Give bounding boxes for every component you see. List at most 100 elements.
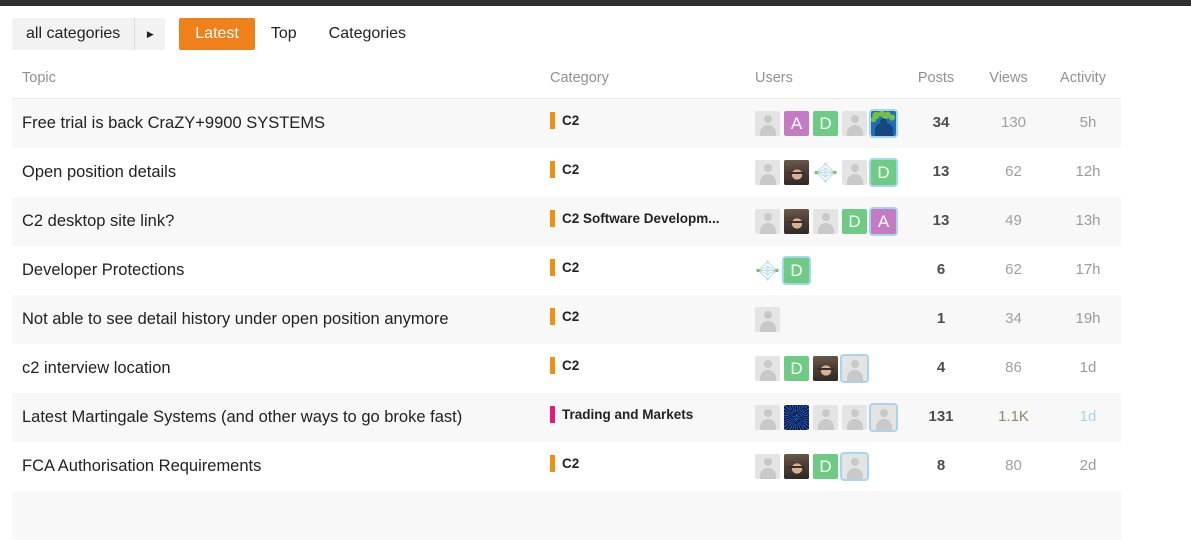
avatar-default[interactable] <box>842 110 867 136</box>
column-header-topic[interactable]: Topic <box>12 62 540 99</box>
avatar-neural-network[interactable] <box>755 257 780 283</box>
table-row[interactable]: Open position details C2 D 13 62 12h <box>12 147 1121 197</box>
column-header-posts[interactable]: Posts <box>900 62 972 99</box>
avatar-default[interactable] <box>842 453 867 479</box>
avatar-neural-network[interactable] <box>813 159 838 185</box>
category-color-bar <box>550 210 555 227</box>
avatar-default[interactable] <box>871 404 896 430</box>
topic-title-link[interactable]: FCA Authorisation Requirements <box>22 456 261 476</box>
topic-title-link[interactable]: Not able to see detail history under ope… <box>22 309 449 329</box>
tab-latest[interactable]: Latest <box>179 18 255 50</box>
cell-topic: Open position details <box>12 148 540 197</box>
avatar-photo[interactable] <box>784 208 809 234</box>
activity-timestamp[interactable]: 1d <box>1080 359 1097 376</box>
category-badge[interactable]: Trading and Markets <box>550 406 693 423</box>
avatar-letter-d[interactable]: D <box>813 110 838 136</box>
avatar-letter-d[interactable]: D <box>842 208 867 234</box>
activity-timestamp[interactable]: 12h <box>1075 163 1100 180</box>
category-color-bar <box>550 455 555 472</box>
topic-title-link[interactable]: Free trial is back CraZY+9900 SYSTEMS <box>22 113 325 133</box>
avatar-celebration[interactable] <box>871 110 896 136</box>
category-name: C2 <box>562 260 580 275</box>
column-header-activity[interactable]: Activity <box>1045 62 1121 99</box>
avatar-letter-d[interactable]: D <box>784 257 809 283</box>
table-row[interactable]: Developer Protections C2 D 6 62 17h <box>12 245 1121 295</box>
avatar-default[interactable] <box>813 208 838 234</box>
cell-activity: 17h <box>1045 246 1121 295</box>
table-row[interactable] <box>12 490 1121 540</box>
activity-timestamp[interactable]: 5h <box>1080 114 1097 131</box>
activity-timestamp[interactable]: 17h <box>1075 261 1100 278</box>
avatar-default[interactable] <box>755 306 780 332</box>
topic-title-link[interactable]: c2 interview location <box>22 358 171 378</box>
table-row[interactable]: Latest Martingale Systems (and other way… <box>12 392 1121 442</box>
column-header-category[interactable]: Category <box>540 62 745 99</box>
activity-timestamp[interactable]: 19h <box>1075 310 1100 327</box>
avatar-default[interactable] <box>755 110 780 136</box>
views-count: 62 <box>1005 261 1022 278</box>
category-color-bar <box>550 161 555 178</box>
category-name: C2 <box>562 358 580 373</box>
cell-users: D <box>745 246 900 295</box>
table-row[interactable]: Not able to see detail history under ope… <box>12 294 1121 344</box>
cell-views: 34 <box>972 295 1045 344</box>
avatar-letter-a[interactable]: A <box>784 110 809 136</box>
activity-timestamp[interactable]: 13h <box>1075 212 1100 229</box>
category-badge[interactable]: C2 <box>550 357 579 374</box>
category-badge[interactable]: C2 <box>550 259 579 276</box>
avatar-group: AD <box>755 110 900 136</box>
category-badge[interactable]: C2 Software Developm... <box>550 210 720 227</box>
avatar-letter-d[interactable]: D <box>813 453 838 479</box>
tab-categories[interactable]: Categories <box>313 18 422 50</box>
avatar-default[interactable] <box>813 404 838 430</box>
avatar-default[interactable] <box>755 159 780 185</box>
views-count: 80 <box>1005 457 1022 474</box>
table-row[interactable]: C2 desktop site link? C2 Software Develop… <box>12 196 1121 246</box>
cell-posts: 8 <box>900 442 972 491</box>
table-row[interactable]: FCA Authorisation Requirements C2 D 8 80 2d <box>12 441 1121 491</box>
avatar-letter-d[interactable]: D <box>784 355 809 381</box>
cell-topic: C2 desktop site link? <box>12 197 540 246</box>
views-count: 1.1K <box>998 408 1029 425</box>
category-color-bar <box>550 259 555 276</box>
cell-category: C2 <box>540 344 745 393</box>
topic-title-link[interactable]: Open position details <box>22 162 176 182</box>
avatar-photo[interactable] <box>813 355 838 381</box>
cell-views: 62 <box>972 148 1045 197</box>
cell-views: 80 <box>972 442 1045 491</box>
avatar-group: DA <box>755 208 900 234</box>
avatar-default[interactable] <box>842 355 867 381</box>
activity-timestamp[interactable]: 1d <box>1080 408 1097 425</box>
avatar-default[interactable] <box>842 159 867 185</box>
cell-activity: 19h <box>1045 295 1121 344</box>
category-badge[interactable]: C2 <box>550 161 579 178</box>
category-selector-dropdown[interactable]: all categories ▶ <box>12 18 166 50</box>
avatar-default[interactable] <box>755 208 780 234</box>
category-badge[interactable]: C2 <box>550 112 579 130</box>
avatar-default[interactable] <box>755 453 780 479</box>
topic-title-link[interactable]: C2 desktop site link? <box>22 211 174 231</box>
tab-top[interactable]: Top <box>255 18 313 50</box>
table-row[interactable]: c2 interview location C2 D 4 86 1d <box>12 343 1121 393</box>
avatar-starburst[interactable] <box>784 404 809 430</box>
avatar-glasses <box>817 367 834 374</box>
avatar-default[interactable] <box>755 355 780 381</box>
category-badge[interactable]: C2 <box>550 455 579 472</box>
avatar-photo[interactable] <box>784 159 809 185</box>
avatar-letter-a[interactable]: A <box>871 208 896 234</box>
cell-partial <box>12 491 1121 540</box>
category-name: C2 <box>562 456 580 471</box>
topic-title-link[interactable]: Developer Protections <box>22 260 184 280</box>
category-badge[interactable]: C2 <box>550 308 579 325</box>
topic-title-link[interactable]: Latest Martingale Systems (and other way… <box>22 407 462 427</box>
posts-count: 13 <box>932 163 950 180</box>
activity-timestamp[interactable]: 2d <box>1080 457 1097 474</box>
cell-category: Trading and Markets <box>540 393 745 442</box>
table-row[interactable]: Free trial is back CraZY+9900 SYSTEMS C2 A… <box>12 98 1121 148</box>
avatar-photo[interactable] <box>784 453 809 479</box>
avatar-default[interactable] <box>755 404 780 430</box>
column-header-views[interactable]: Views <box>972 62 1045 99</box>
category-selector-label: all categories <box>26 25 121 42</box>
avatar-letter-d[interactable]: D <box>871 159 896 185</box>
avatar-default[interactable] <box>842 404 867 430</box>
